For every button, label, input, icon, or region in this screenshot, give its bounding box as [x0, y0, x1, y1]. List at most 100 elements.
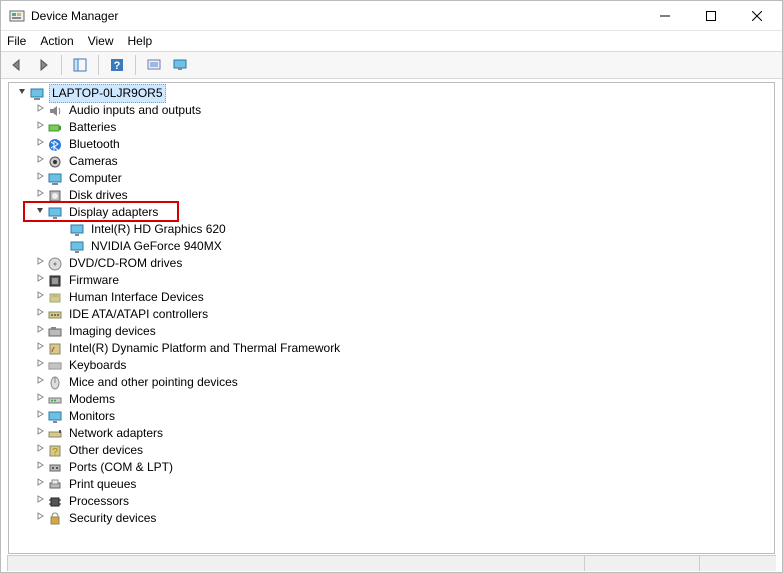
expand-icon[interactable]: [33, 425, 47, 442]
port-icon: [47, 460, 63, 476]
tree-item-security[interactable]: Security devices: [13, 510, 774, 527]
tree-item-audio[interactable]: Audio inputs and outputs: [13, 102, 774, 119]
tree-item-ide[interactable]: IDE ATA/ATAPI controllers: [13, 306, 774, 323]
maximize-button[interactable]: [688, 2, 734, 30]
root-icon: [29, 86, 45, 102]
expand-icon[interactable]: [33, 119, 47, 136]
tree-item-label: Modems: [67, 391, 117, 408]
tree-item-camera[interactable]: Cameras: [13, 153, 774, 170]
modem-icon: [47, 392, 63, 408]
tree-item-label: Audio inputs and outputs: [67, 102, 203, 119]
tree-item-printer[interactable]: Print queues: [13, 476, 774, 493]
tree-child-item[interactable]: NVIDIA GeForce 940MX: [13, 238, 774, 255]
tree-item-label: Monitors: [67, 408, 117, 425]
expand-icon[interactable]: [33, 323, 47, 340]
tree-item-label: Human Interface Devices: [67, 289, 206, 306]
display-icon: [47, 205, 63, 221]
tree-item-dvd[interactable]: DVD/CD-ROM drives: [13, 255, 774, 272]
tree-item-label: Mice and other pointing devices: [67, 374, 240, 391]
expand-icon[interactable]: [33, 408, 47, 425]
tree-item-label: Bluetooth: [67, 136, 122, 153]
disk-icon: [47, 188, 63, 204]
tree-item-label: Print queues: [67, 476, 138, 493]
expand-icon[interactable]: [33, 510, 47, 527]
tree-item-imaging[interactable]: Imaging devices: [13, 323, 774, 340]
menubar: File Action View Help: [1, 31, 782, 51]
expand-icon[interactable]: [33, 272, 47, 289]
bluetooth-icon: [47, 137, 63, 153]
view-devices-button[interactable]: [168, 54, 192, 76]
expand-icon[interactable]: [33, 340, 47, 357]
svg-text:?: ?: [114, 60, 121, 72]
tree-item-network[interactable]: Network adapters: [13, 425, 774, 442]
menu-view[interactable]: View: [88, 34, 114, 48]
collapse-icon[interactable]: [15, 85, 29, 102]
tree-root[interactable]: LAPTOP-0LJR9OR5: [13, 85, 774, 102]
minimize-button[interactable]: [642, 2, 688, 30]
expand-icon[interactable]: [33, 357, 47, 374]
expand-icon[interactable]: [33, 306, 47, 323]
tree-item-label: Keyboards: [67, 357, 128, 374]
expand-icon[interactable]: [33, 374, 47, 391]
tree-item-label: Intel(R) HD Graphics 620: [89, 221, 228, 238]
tree-item-label: Ports (COM & LPT): [67, 459, 175, 476]
tree-item-port[interactable]: Ports (COM & LPT): [13, 459, 774, 476]
statusbar: [7, 555, 776, 571]
toolbar-separator: [98, 55, 99, 75]
expand-icon[interactable]: [33, 442, 47, 459]
tree-item-bluetooth[interactable]: Bluetooth: [13, 136, 774, 153]
tree-item-disk[interactable]: Disk drives: [13, 187, 774, 204]
expand-icon[interactable]: [33, 289, 47, 306]
tree-item-hid[interactable]: Human Interface Devices: [13, 289, 774, 306]
tree-child-item[interactable]: Intel(R) HD Graphics 620: [13, 221, 774, 238]
titlebar: Device Manager: [1, 1, 782, 31]
tree-item-thermal[interactable]: Intel(R) Dynamic Platform and Thermal Fr…: [13, 340, 774, 357]
expand-icon[interactable]: [33, 102, 47, 119]
tree-item-cpu[interactable]: Processors: [13, 493, 774, 510]
tree-item-label: Batteries: [67, 119, 118, 136]
tree-item-display[interactable]: Display adapters: [13, 204, 774, 221]
tree-item-battery[interactable]: Batteries: [13, 119, 774, 136]
imaging-icon: [47, 324, 63, 340]
expand-icon[interactable]: [33, 493, 47, 510]
collapse-icon[interactable]: [33, 204, 47, 221]
close-button[interactable]: [734, 2, 780, 30]
menu-file[interactable]: File: [7, 34, 26, 48]
expand-icon[interactable]: [33, 153, 47, 170]
expand-icon[interactable]: [33, 391, 47, 408]
menu-action[interactable]: Action: [40, 34, 73, 48]
tree-item-modem[interactable]: Modems: [13, 391, 774, 408]
tree-item-monitor[interactable]: Monitors: [13, 408, 774, 425]
tree-item-label: Display adapters: [67, 204, 160, 221]
tree-item-label: DVD/CD-ROM drives: [67, 255, 184, 272]
scan-hardware-button[interactable]: [142, 54, 166, 76]
tree-item-firmware[interactable]: Firmware: [13, 272, 774, 289]
firmware-icon: [47, 273, 63, 289]
back-button[interactable]: [5, 54, 29, 76]
expand-icon[interactable]: [33, 170, 47, 187]
toolbar: ?: [1, 51, 782, 79]
display-icon: [69, 239, 85, 255]
device-tree[interactable]: LAPTOP-0LJR9OR5Audio inputs and outputsB…: [9, 83, 774, 553]
show-hide-tree-button[interactable]: [68, 54, 92, 76]
tree-item-mouse[interactable]: Mice and other pointing devices: [13, 374, 774, 391]
tree-item-keyboard[interactable]: Keyboards: [13, 357, 774, 374]
tree-item-computer[interactable]: Computer: [13, 170, 774, 187]
tree-item-other[interactable]: ?Other devices: [13, 442, 774, 459]
camera-icon: [47, 154, 63, 170]
dvd-icon: [47, 256, 63, 272]
expand-icon[interactable]: [33, 187, 47, 204]
network-icon: [47, 426, 63, 442]
help-button[interactable]: ?: [105, 54, 129, 76]
display-icon: [69, 222, 85, 238]
menu-help[interactable]: Help: [128, 34, 153, 48]
monitor-icon: [47, 409, 63, 425]
expand-icon[interactable]: [33, 459, 47, 476]
other-icon: ?: [47, 443, 63, 459]
forward-button[interactable]: [31, 54, 55, 76]
expand-icon[interactable]: [33, 476, 47, 493]
cpu-icon: [47, 494, 63, 510]
expand-icon[interactable]: [33, 136, 47, 153]
expand-icon[interactable]: [33, 255, 47, 272]
window-controls: [642, 2, 780, 30]
